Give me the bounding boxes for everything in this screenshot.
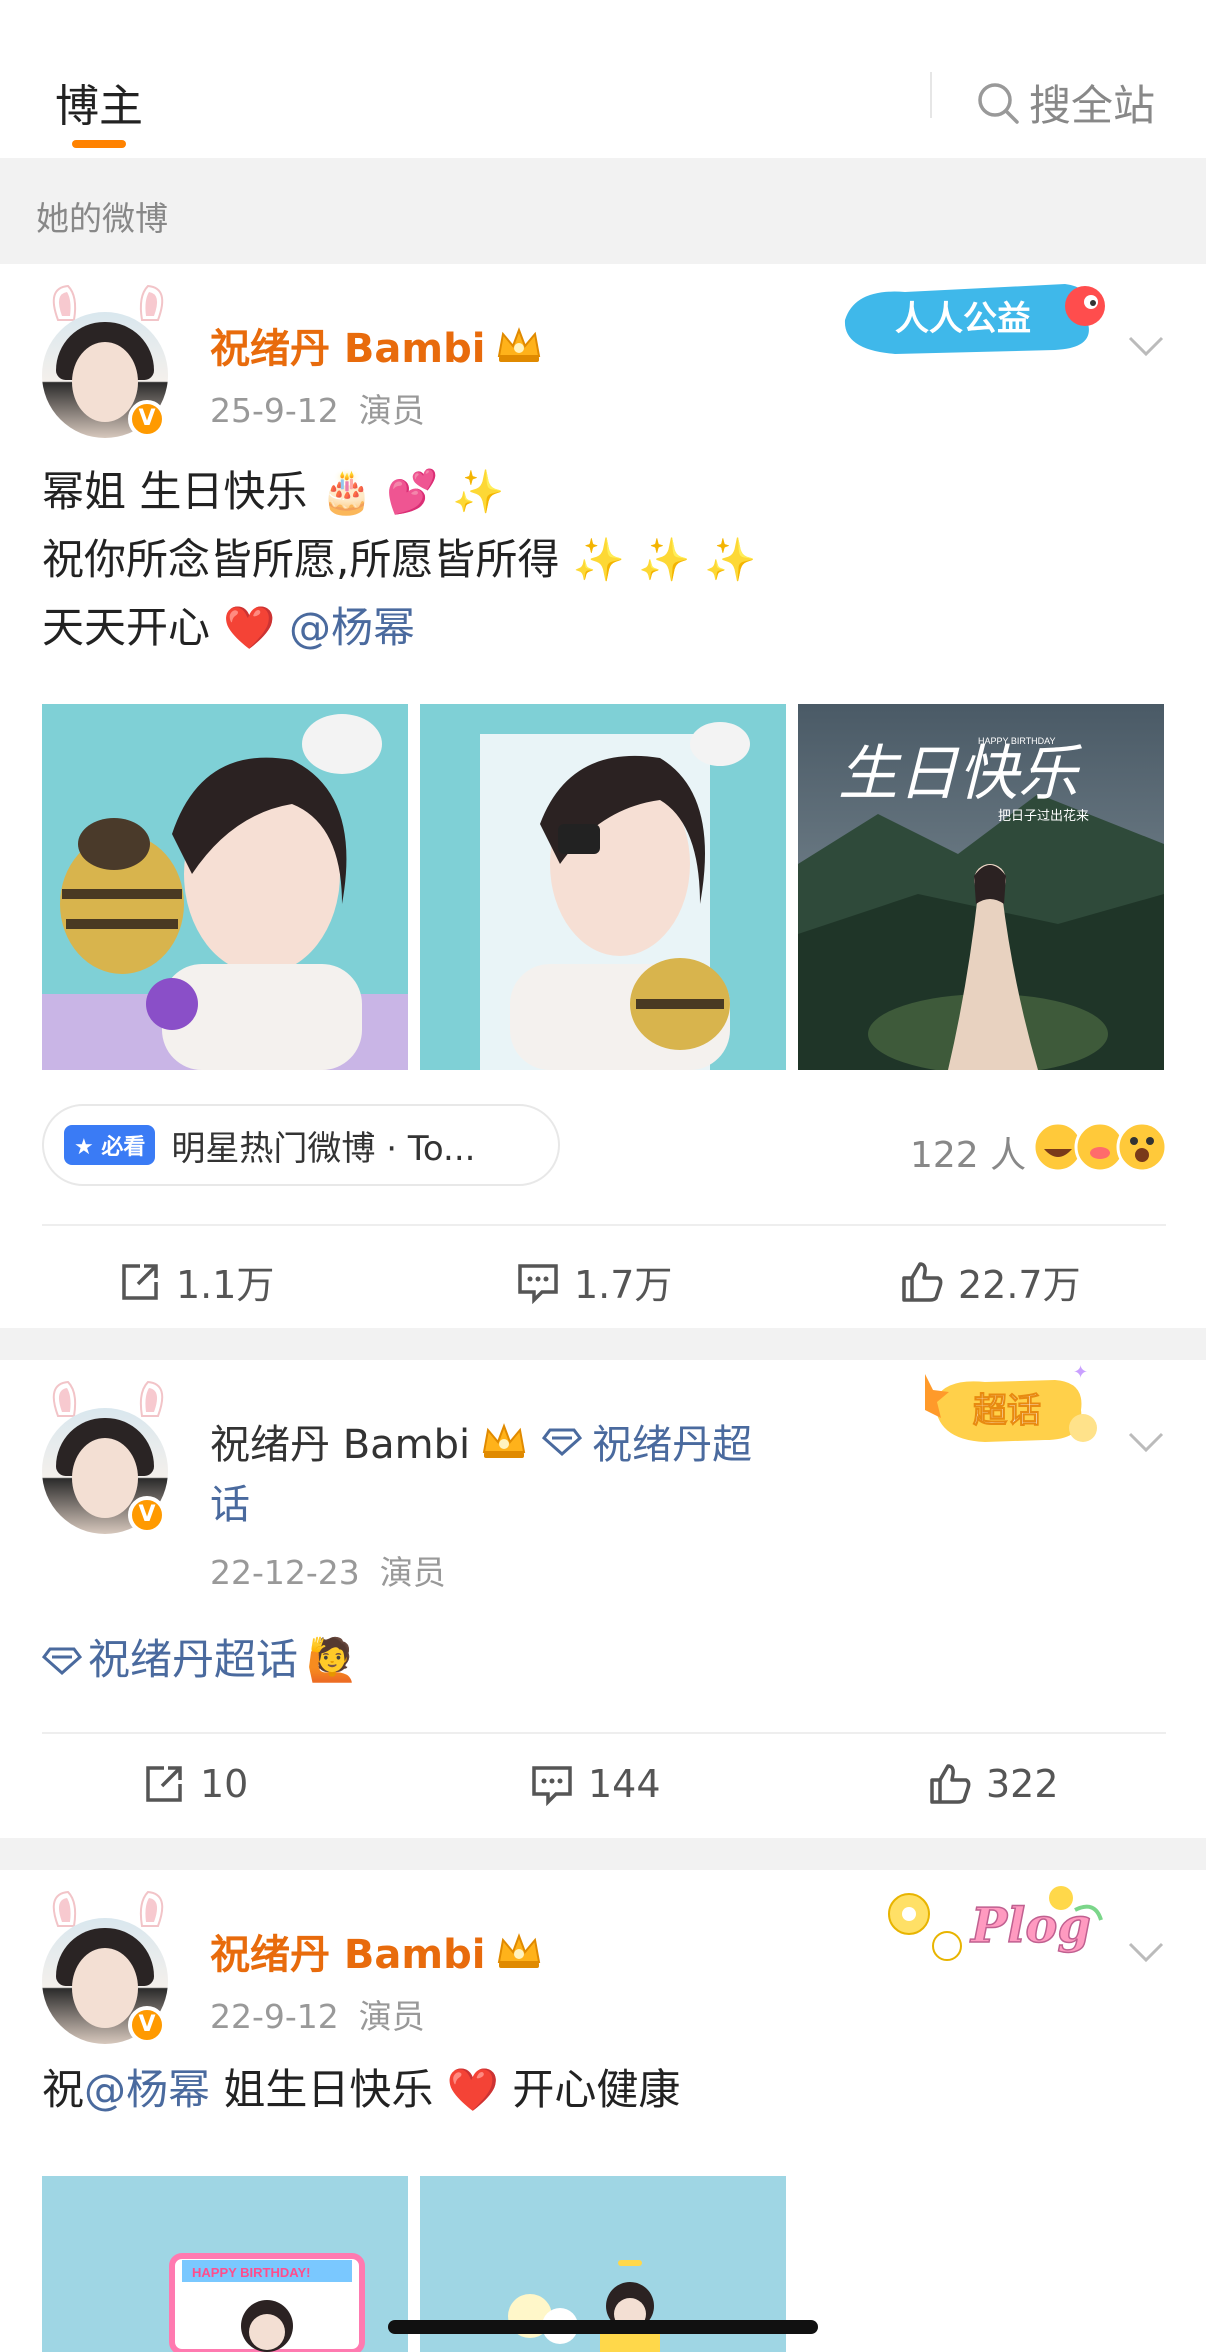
repost-button[interactable]: 10	[142, 1762, 248, 1806]
raise-hand-emoji-icon: 🙋	[306, 1635, 359, 1684]
post-image-1[interactable]: HAPPY BIRTHDAY!	[42, 2176, 408, 2352]
comment-count: 144	[588, 1762, 661, 1806]
supertopic-link[interactable]: 祝绪丹超	[592, 1412, 752, 1470]
repost-icon	[146, 1766, 182, 1802]
repost-icon	[122, 1263, 158, 1300]
must-see-label: 必看	[101, 1135, 146, 1160]
reaction-emoji-icons[interactable]	[1030, 1119, 1170, 1175]
post-date: 22-9-12	[210, 1997, 339, 2036]
image-caption-side: 把日子过出花来	[998, 808, 1089, 824]
author-name[interactable]: 祝绪丹 Bambi	[210, 316, 485, 374]
post-date: 25-9-12	[210, 391, 339, 430]
public-welfare-sticker: 人人公益	[844, 284, 1105, 354]
thumbs-up-icon	[902, 1261, 943, 1302]
comment-icon	[532, 1766, 572, 1806]
author-role: 演员	[358, 1997, 425, 2036]
divider	[930, 72, 932, 118]
like-count: 322	[986, 1762, 1059, 1806]
chevron-down-icon[interactable]	[1126, 1940, 1166, 1964]
post-text-suffix: 姐生日快乐 ❤️ 开心健康	[210, 2065, 681, 2114]
reaction-count[interactable]: 122 人	[910, 1126, 1026, 1178]
comment-count: 1.7万	[574, 1263, 673, 1307]
action-bar: 10 144 322	[42, 1732, 1166, 1842]
like-button[interactable]: 22.7万	[900, 1254, 1081, 1309]
like-count: 22.7万	[958, 1263, 1081, 1307]
repost-count: 10	[200, 1762, 249, 1806]
home-indicator[interactable]	[388, 2320, 818, 2334]
post-body: 祝@杨幂 姐生日快乐 ❤️ 开心健康	[42, 2056, 680, 2124]
post-card[interactable]: V 祝绪丹 Bambi 25-9-12 演员 人人公益 幂姐 生日快乐 🎂 💕 ✨…	[0, 264, 1206, 1328]
search-icon	[978, 82, 1019, 124]
author-name[interactable]: 祝绪丹 Bambi	[210, 1412, 470, 1470]
thumbs-up-icon	[930, 1764, 971, 1804]
sticker-text: Plog	[969, 1898, 1091, 1954]
comment-icon	[518, 1263, 558, 1304]
sticker-text: 超话	[973, 1392, 1041, 1430]
action-bar: 1.1万 1.7万 22.7万	[42, 1224, 1166, 1334]
section-header: 她的微博	[0, 158, 1206, 264]
avatar[interactable]: V	[30, 1888, 180, 2044]
chevron-down-icon[interactable]	[1126, 334, 1166, 358]
section-title: 她的微博	[36, 199, 168, 238]
post-card[interactable]: V 祝绪丹 Bambi 祝绪丹超 话 22-12-23 演员 超话 ✦ 祝绪丹超话…	[0, 1360, 1206, 1838]
post-body: 祝绪丹超话 🙋	[42, 1626, 358, 1694]
post-body: 幂姐 生日快乐 🎂 💕 ✨ 祝你所念皆所愿,所愿皆所得 ✨ ✨ ✨ 天天开心 ❤…	[42, 458, 756, 662]
image-banner: HAPPY BIRTHDAY!	[192, 2265, 310, 2280]
avatar[interactable]: V	[30, 1378, 180, 1534]
repost-button[interactable]: 1.1万	[118, 1254, 274, 1309]
author-role: 演员	[358, 391, 425, 430]
avatar[interactable]: V	[30, 282, 180, 438]
post-image-1[interactable]	[42, 704, 408, 1070]
crown-badge-icon	[482, 1423, 526, 1458]
supertopic-link[interactable]: 祝绪丹超话	[88, 1626, 298, 1694]
image-caption: 生日快乐	[838, 739, 1082, 809]
hot-topic-chip[interactable]: ★ 必看 明星热门微博 · To...	[42, 1104, 560, 1186]
mention-link[interactable]: @杨幂	[289, 603, 415, 652]
image-caption-small: HAPPY BIRTHDAY	[978, 736, 1056, 746]
post-line: 幂姐 生日快乐 🎂 💕 ✨	[42, 467, 505, 516]
supertopic-link-continued[interactable]: 话	[210, 1472, 250, 1530]
post-image-3[interactable]: 生日快乐 HAPPY BIRTHDAY 把日子过出花来	[798, 704, 1164, 1070]
verified-icon: V	[128, 400, 166, 438]
crown-badge-icon	[498, 327, 541, 362]
post-line: 祝你所念皆所愿,所愿皆所得 ✨ ✨ ✨	[42, 535, 757, 584]
plog-sticker: Plog	[888, 1886, 1103, 1961]
sticker-text: 人人公益	[895, 300, 1031, 338]
verified-icon: V	[128, 2006, 166, 2044]
supertopic-sticker: 超话 ✦	[925, 1362, 1097, 1442]
like-button[interactable]: 322	[928, 1762, 1059, 1806]
chevron-down-icon[interactable]	[1126, 1430, 1166, 1454]
search-all-label: 搜全站	[1029, 81, 1156, 130]
repost-count: 1.1万	[176, 1263, 275, 1307]
tab-active-indicator	[72, 140, 126, 148]
post-image-2[interactable]	[420, 704, 786, 1070]
verified-icon: V	[128, 1496, 166, 1534]
author-name[interactable]: 祝绪丹 Bambi	[210, 1922, 485, 1980]
mention-link[interactable]: @杨幂	[84, 2065, 210, 2114]
post-card[interactable]: V 祝绪丹 Bambi 22-9-12 演员 Plog 祝@杨幂 姐生日快乐 ❤️…	[0, 1870, 1206, 2352]
author-role: 演员	[379, 1553, 446, 1592]
tab-blogger[interactable]: 博主	[55, 70, 143, 134]
comment-button[interactable]: 1.7万	[516, 1254, 672, 1309]
hot-topic-text: 明星热门微博 · To...	[171, 1128, 476, 1169]
post-line: 天天开心 ❤️ @杨幂	[42, 594, 756, 662]
svg-text:✦: ✦	[1073, 1362, 1088, 1383]
crown-badge-icon	[498, 1933, 541, 1968]
tab-bar: 博主 搜全站	[0, 0, 1206, 158]
comment-button[interactable]: 144	[530, 1762, 661, 1806]
post-line-text: 天天开心 ❤️	[42, 603, 289, 652]
post-date: 22-12-23	[210, 1553, 360, 1592]
search-all-button[interactable]: 搜全站	[975, 72, 1155, 133]
post-text-prefix: 祝	[42, 2065, 85, 2114]
must-see-badge: ★ 必看	[64, 1125, 156, 1165]
supertopic-icon	[542, 1428, 583, 1456]
supertopic-icon	[42, 1647, 82, 1675]
